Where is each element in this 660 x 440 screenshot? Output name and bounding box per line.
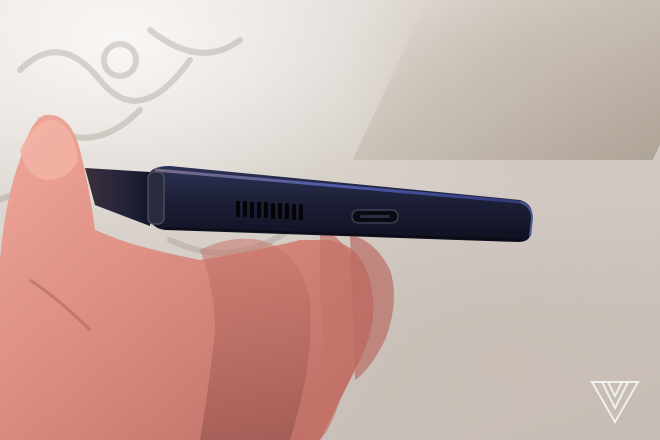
phone-corner	[147, 171, 165, 225]
phone	[85, 166, 534, 242]
photo-scene	[0, 0, 660, 440]
phone-side-face	[85, 168, 150, 226]
the-verge-logo-icon	[590, 381, 640, 425]
phone-bottom-edge	[148, 166, 532, 242]
